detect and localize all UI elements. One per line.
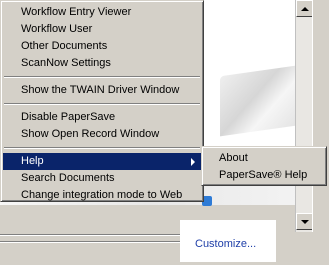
menu-separator — [4, 76, 200, 78]
scroll-up-button[interactable] — [296, 0, 313, 17]
vertical-scrollbar[interactable] — [295, 0, 313, 232]
scroll-down-button[interactable] — [296, 213, 313, 230]
bottom-panel — [0, 232, 329, 265]
customize-popup: Customize... — [180, 220, 276, 262]
menu-item-scannow-settings[interactable]: ScanNow Settings — [3, 55, 201, 72]
menu-item-help-label: Help — [21, 155, 44, 167]
menu-item-disable-papersave[interactable]: Disable PaperSave — [3, 109, 201, 126]
menu-item-workflow-entry-viewer[interactable]: Workflow Entry Viewer — [3, 4, 201, 21]
arrow-down-icon — [300, 219, 309, 224]
submenu-arrow-icon — [191, 158, 195, 166]
menu-separator — [4, 147, 200, 149]
menu-item-workflow-user[interactable]: Workflow User — [3, 21, 201, 38]
menu-item-search-documents[interactable]: Search Documents — [3, 170, 201, 187]
customize-link[interactable]: Customize... — [195, 238, 256, 250]
menu-item-show-twain-driver-window[interactable]: Show the TWAIN Driver Window — [3, 82, 201, 99]
menu-item-show-open-record-window[interactable]: Show Open Record Window — [3, 126, 201, 143]
submenu-item-about[interactable]: About — [204, 150, 324, 167]
document-preview-area — [200, 0, 310, 148]
menu-separator — [4, 103, 200, 105]
menu-item-help[interactable]: Help — [3, 153, 201, 170]
help-submenu: About PaperSave® Help — [201, 146, 327, 186]
submenu-item-papersave-help[interactable]: PaperSave® Help — [204, 167, 324, 184]
menu-item-other-documents[interactable]: Other Documents — [3, 38, 201, 55]
context-menu: Workflow Entry Viewer Workflow User Othe… — [0, 0, 204, 202]
window-edge — [312, 0, 329, 265]
arrow-up-icon — [300, 6, 309, 11]
menu-item-change-integration-mode[interactable]: Change integration mode to Web — [3, 187, 201, 204]
